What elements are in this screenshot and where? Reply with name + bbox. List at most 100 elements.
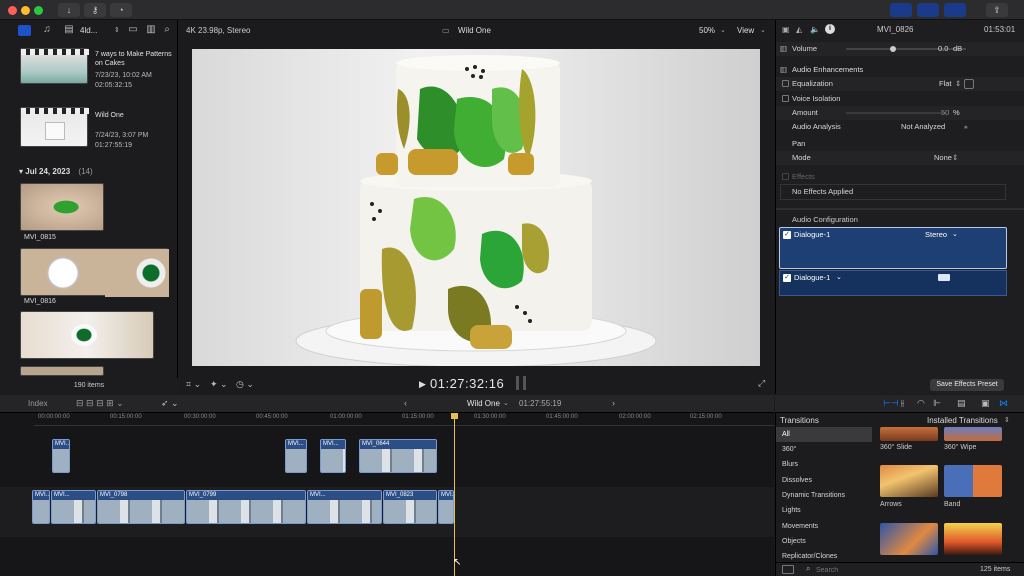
chevron-updown-icon[interactable]: ⇕ xyxy=(952,151,958,165)
transition-thumbnail[interactable] xyxy=(880,427,938,441)
zoom-window-button[interactable] xyxy=(34,6,43,15)
equalization-checkbox[interactable] xyxy=(782,77,792,91)
background-tasks-icon[interactable]: ◔ xyxy=(110,3,132,17)
filmstrip-icon[interactable]: ▭ xyxy=(126,24,140,36)
timeline-clip[interactable]: MVI... xyxy=(320,439,346,473)
color-inspector-icon[interactable]: ◭ xyxy=(796,25,802,34)
play-button[interactable]: ▶ xyxy=(419,379,426,390)
project-thumbnail[interactable] xyxy=(20,107,89,147)
index-button[interactable]: Index xyxy=(28,399,48,408)
category-blurs[interactable]: Blurs xyxy=(776,457,872,472)
timeline-clip[interactable]: MVI... xyxy=(285,439,307,473)
playhead-handle[interactable] xyxy=(451,413,458,419)
info-inspector-icon[interactable]: i xyxy=(825,24,835,34)
transition-thumbnail[interactable] xyxy=(944,427,1002,441)
solo-icon[interactable]: ◠ xyxy=(917,398,925,409)
browser-layout-icon[interactable] xyxy=(890,3,912,17)
audio-channel-row[interactable]: ✓ Dialogue-1 Stereo ⌄ xyxy=(779,227,1007,269)
category-objects[interactable]: Objects xyxy=(776,534,872,549)
audio-skimming-icon[interactable]: ⫲ xyxy=(901,398,904,409)
timeline-clip[interactable]: MVI_0644 xyxy=(359,439,437,473)
clip-thumbnail[interactable] xyxy=(20,366,104,376)
audio-inspector-icon[interactable]: 🔈 xyxy=(810,25,820,34)
chevron-updown-icon[interactable]: ⇕ xyxy=(114,26,120,34)
audio-component-row[interactable]: ✓ Dialogue-1 ⌄ xyxy=(779,270,1007,296)
transition-thumbnail[interactable] xyxy=(944,465,1002,497)
category-movements[interactable]: Movements xyxy=(776,519,872,534)
save-effects-preset-button[interactable]: Save Effects Preset xyxy=(930,379,1004,391)
pan-mode-select[interactable]: None xyxy=(934,151,952,165)
chevron-down-icon[interactable]: ⌄ xyxy=(836,273,842,281)
playhead[interactable] xyxy=(454,415,455,576)
category-dynamic-transitions[interactable]: Dynamic Transitions xyxy=(776,488,872,503)
transition-thumbnail[interactable] xyxy=(880,465,938,497)
channel-mode-select[interactable]: Stereo xyxy=(925,230,947,239)
transitions-search-input[interactable] xyxy=(816,565,966,575)
transition-thumbnail[interactable] xyxy=(944,523,1002,555)
timeline-clip[interactable]: MVI... xyxy=(307,490,382,524)
clip-appearance-select[interactable]: 4ld... xyxy=(80,26,97,35)
transitions-browser-icon[interactable]: ⋈ xyxy=(999,398,1008,409)
event-thumbnail[interactable] xyxy=(20,48,89,84)
clip-connection-icons[interactable]: ⊟ ⊟ ⊟ ⊞ ⌄ xyxy=(76,398,124,409)
timeline-clip[interactable]: MVI_0799 xyxy=(186,490,306,524)
audio-enhancements-header[interactable]: ▥ Audio Enhancements xyxy=(776,63,1024,77)
chevron-updown-icon[interactable]: ⇕ xyxy=(955,77,961,91)
timeline-clip[interactable]: MVI... xyxy=(438,490,454,524)
select-tool-icon[interactable]: ➶ ⌄ xyxy=(161,398,179,409)
timeline-ruler[interactable]: 00:00:00:00 00:15:00:00 00:30:00:00 00:4… xyxy=(34,414,774,424)
voice-isolation-checkbox[interactable] xyxy=(782,92,792,106)
import-icon[interactable]: ↓ xyxy=(58,3,80,17)
clip-thumbnail[interactable] xyxy=(20,183,104,231)
search-icon[interactable]: ⌕ xyxy=(160,24,174,36)
chevron-down-icon[interactable]: ⌄ xyxy=(720,26,726,34)
category-dissolves[interactable]: Dissolves xyxy=(776,473,872,488)
inspector-layout-icon[interactable] xyxy=(944,3,966,17)
magic-wand-icon[interactable]: ⁎ xyxy=(964,120,968,134)
speed-tool-icon[interactable]: ◷ ⌄ xyxy=(236,379,254,390)
snapping-icon[interactable]: ⊩ xyxy=(933,398,941,409)
keywords-icon[interactable]: ⚷ xyxy=(84,3,106,17)
channel-checkbox[interactable]: ✓ xyxy=(783,231,791,239)
timeline-layout-icon[interactable] xyxy=(917,3,939,17)
amount-slider[interactable] xyxy=(846,112,946,114)
skimming-icon[interactable]: ⊢⊣ xyxy=(883,398,899,409)
timecode-display[interactable]: 01:27:32:16 xyxy=(430,376,504,391)
video-frame[interactable] xyxy=(192,49,760,366)
effects-browser-icon[interactable]: ▣ xyxy=(981,398,990,409)
fullscreen-icon[interactable]: ⤢ xyxy=(758,378,765,389)
forward-arrow-icon[interactable]: › xyxy=(612,398,615,408)
volume-slider-knob[interactable] xyxy=(890,46,896,52)
chevron-updown-icon[interactable]: ⇕ xyxy=(1004,416,1010,424)
timeline-clip[interactable]: MVI... xyxy=(52,439,70,473)
photos-icon[interactable]: ♫ xyxy=(40,24,54,36)
timeline-clip[interactable]: MVI_0823 xyxy=(383,490,437,524)
zoom-select[interactable]: 50% xyxy=(699,26,715,35)
chevron-down-icon[interactable]: ⌄ xyxy=(503,399,509,407)
close-window-button[interactable] xyxy=(8,6,17,15)
list-view-icon[interactable]: ▥ xyxy=(144,24,158,36)
video-inspector-icon[interactable]: ▣ xyxy=(782,25,790,34)
timeline-clip[interactable]: MVI... xyxy=(51,490,96,524)
enhance-tool-icon[interactable]: ✦ ⌄ xyxy=(210,379,228,390)
clip-appearance-icon[interactable]: ▤ xyxy=(957,398,966,409)
sidebar-toggle-icon[interactable] xyxy=(782,565,794,574)
minimize-window-button[interactable] xyxy=(21,6,30,15)
transition-thumbnail[interactable] xyxy=(880,523,938,555)
libraries-icon[interactable] xyxy=(18,25,31,36)
timeline-clip[interactable]: MVI... xyxy=(32,490,50,524)
category-all[interactable]: All xyxy=(776,427,872,442)
timeline-project-name[interactable]: Wild One xyxy=(467,399,500,408)
eq-graph-icon[interactable] xyxy=(964,79,974,89)
clip-filmstrip[interactable] xyxy=(20,248,169,297)
timeline-clip[interactable]: MVI_0798 xyxy=(97,490,185,524)
component-checkbox[interactable]: ✓ xyxy=(783,274,791,282)
pan-header[interactable]: Pan xyxy=(776,137,1024,151)
equalization-select[interactable]: Flat xyxy=(939,77,952,91)
back-arrow-icon[interactable]: ‹ xyxy=(404,398,407,408)
category-lights[interactable]: Lights xyxy=(776,503,872,518)
chevron-down-icon[interactable]: ⌄ xyxy=(952,230,958,238)
chevron-down-icon[interactable]: ⌄ xyxy=(760,26,766,34)
date-group-header[interactable]: ▾ Jul 24, 2023 (14) xyxy=(19,167,93,176)
transform-tool-icon[interactable]: ⌗ ⌄ xyxy=(186,379,201,390)
